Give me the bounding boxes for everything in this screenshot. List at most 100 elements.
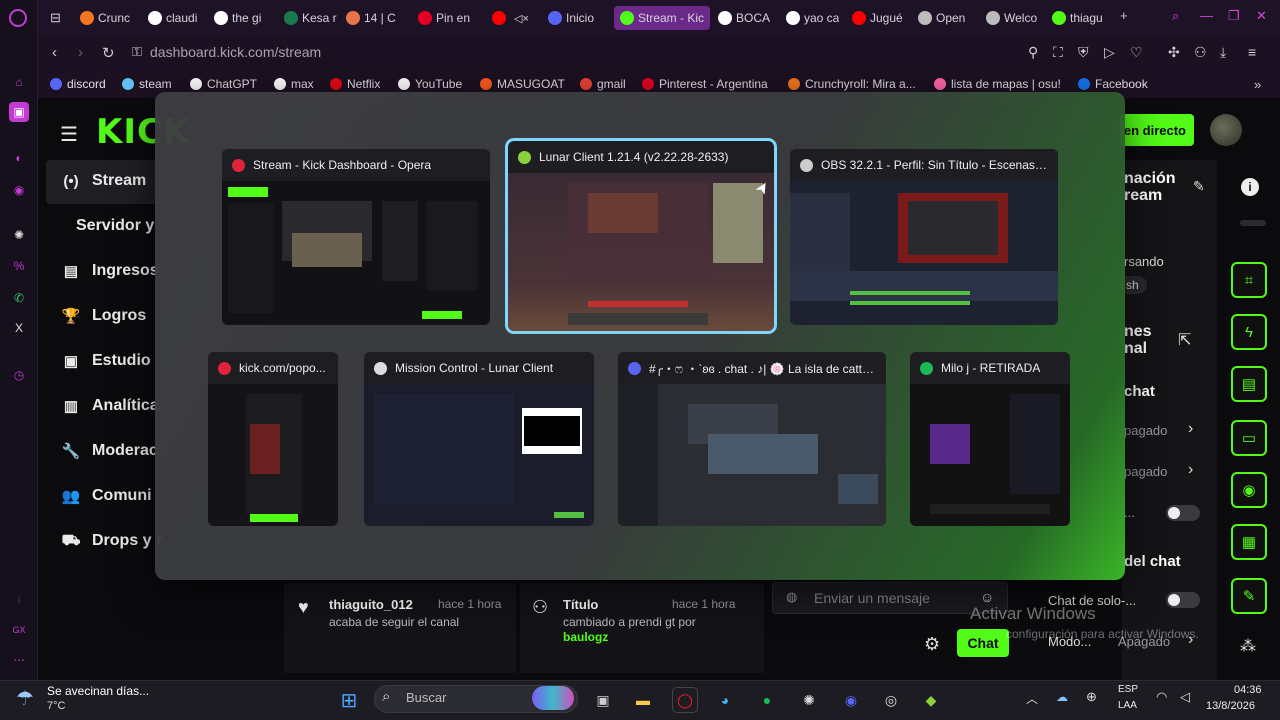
- bookmarks-overflow-icon[interactable]: »: [1254, 77, 1261, 92]
- profile-icon[interactable]: ⚇: [1194, 44, 1207, 61]
- lunar-client-icon[interactable]: ◆: [918, 687, 944, 713]
- player-icon[interactable]: ▷: [1104, 44, 1115, 61]
- tab[interactable]: Welco: [986, 6, 1037, 30]
- bookmark-item[interactable]: discord: [50, 77, 106, 91]
- gx-corner-icon[interactable]: ▣: [9, 102, 29, 122]
- more-icon[interactable]: ⋯: [9, 650, 29, 670]
- search-tabs-icon[interactable]: ⌕: [1172, 8, 1179, 24]
- tab[interactable]: Inicio: [548, 6, 594, 30]
- sidebar-item[interactable]: ▥ Analítica: [62, 397, 159, 415]
- tab[interactable]: Crunc: [80, 6, 130, 30]
- chatgpt-icon[interactable]: ✺: [9, 225, 29, 245]
- tab[interactable]: Kesa r: [284, 6, 337, 30]
- sidebar-item[interactable]: ▣ Estudio: [62, 352, 151, 370]
- chatgpt-taskbar-icon[interactable]: ✺: [796, 687, 822, 713]
- keyboard-layout[interactable]: LAA: [1118, 700, 1137, 711]
- opera-logo-icon[interactable]: [9, 9, 27, 27]
- close-icon[interactable]: ✕: [1256, 8, 1267, 24]
- chat-send-button[interactable]: Chat: [957, 629, 1009, 657]
- layout-button[interactable]: ▦: [1231, 524, 1267, 560]
- weather-icon[interactable]: ☂: [16, 686, 34, 711]
- notes-button[interactable]: ▤: [1231, 366, 1267, 402]
- bookmark-item[interactable]: gmail: [580, 77, 626, 91]
- modules-icon[interactable]: ⁂: [1240, 636, 1256, 656]
- url-field[interactable]: dashboard.kick.com/stream: [150, 44, 321, 60]
- tab[interactable]: ◁×: [492, 6, 529, 30]
- reload-icon[interactable]: ↻: [102, 44, 115, 62]
- tab-menu-icon[interactable]: ⊟: [50, 10, 61, 26]
- download-icon[interactable]: ⤓: [1220, 44, 1226, 61]
- tab[interactable]: Jugué: [852, 6, 903, 30]
- history-icon[interactable]: ◷: [9, 365, 29, 385]
- opera-taskbar-icon[interactable]: ◯: [672, 687, 698, 713]
- feed-by-user[interactable]: baulogz: [563, 630, 608, 644]
- maximize-icon[interactable]: ❐: [1228, 8, 1240, 24]
- heart-icon[interactable]: ♡: [1130, 44, 1143, 61]
- file-explorer-icon[interactable]: ▬: [630, 687, 656, 713]
- wifi-icon[interactable]: ◠: [1156, 689, 1167, 705]
- switcher-window[interactable]: Lunar Client 1.21.4 (v2.22.28-2633): [505, 138, 777, 334]
- switcher-window[interactable]: Stream - Kick Dashboard - Opera: [222, 149, 490, 325]
- aria-icon[interactable]: %: [9, 256, 29, 276]
- edge-icon[interactable]: ◕: [712, 687, 738, 713]
- tab[interactable]: thiagu: [1052, 6, 1103, 30]
- back-icon[interactable]: ‹: [52, 44, 57, 61]
- info-icon[interactable]: i: [1241, 178, 1259, 196]
- wrench-button[interactable]: ✎: [1231, 578, 1267, 614]
- mic-icon[interactable]: ⊕: [1086, 689, 1097, 705]
- pin-tab-icon[interactable]: ⚲: [1028, 44, 1038, 61]
- sidebar-item[interactable]: ▤ Ingresos: [62, 262, 159, 280]
- volume-icon[interactable]: ◁: [1180, 689, 1190, 705]
- home-icon[interactable]: ⌂: [9, 72, 29, 92]
- sidebar-item[interactable]: 👥 Comuni: [62, 487, 152, 505]
- broadcast-button[interactable]: ◉: [1231, 472, 1267, 508]
- sidebar-item[interactable]: 🏆 Logros: [62, 307, 147, 325]
- twitch-icon[interactable]: ◐: [9, 148, 29, 168]
- tab[interactable]: Pin en: [418, 6, 470, 30]
- tray-chevron-icon[interactable]: ︿: [1026, 690, 1038, 707]
- x-icon[interactable]: X: [9, 318, 29, 338]
- tab[interactable]: BOCA: [718, 6, 770, 30]
- tab[interactable]: Open: [918, 6, 965, 30]
- tab[interactable]: yao ca: [786, 6, 839, 30]
- bookmark-item[interactable]: MASUGOAT: [480, 77, 565, 91]
- lock-icon[interactable]: ⚿: [132, 44, 142, 60]
- scan-button[interactable]: ⌗: [1231, 262, 1267, 298]
- switcher-window[interactable]: Milo j - RETIRADA: [910, 352, 1070, 526]
- tab[interactable]: Stream - Kic: [614, 6, 711, 30]
- menu-icon[interactable]: ☰: [60, 122, 78, 147]
- switcher-window[interactable]: OBS 32.2.1 - Perfil: Sin Título - Escena…: [790, 149, 1058, 325]
- switcher-window[interactable]: kick.com/popo...: [208, 352, 338, 526]
- shield-icon[interactable]: ⛨: [1078, 44, 1089, 61]
- lightning-button[interactable]: ϟ: [1231, 314, 1267, 350]
- bookmark-item[interactable]: Netflix: [330, 77, 380, 91]
- emoji-icon[interactable]: ☺: [980, 589, 994, 605]
- extensions-icon[interactable]: ✣: [1168, 44, 1180, 61]
- weather-text[interactable]: Se avecinan días...: [47, 684, 149, 698]
- obs-icon[interactable]: ◎: [878, 687, 904, 713]
- discord-icon[interactable]: ◉: [9, 180, 29, 200]
- avatar[interactable]: [1210, 114, 1242, 146]
- sidebar-item[interactable]: (•) Stream: [62, 172, 146, 190]
- toggle-switch[interactable]: [1166, 505, 1200, 521]
- sidebar-item[interactable]: Servidor y: [76, 217, 154, 235]
- muted-icon[interactable]: ◁×: [514, 12, 529, 25]
- spotify-icon[interactable]: ●: [754, 687, 780, 713]
- chevron-right-icon[interactable]: ›: [1188, 420, 1193, 438]
- snapshot-icon[interactable]: ⛶: [1053, 44, 1063, 61]
- feed-user[interactable]: thiaguito_012: [329, 597, 413, 612]
- bookmark-item[interactable]: Facebook: [1078, 77, 1148, 91]
- tab[interactable]: claudi: [148, 6, 197, 30]
- bookmark-item[interactable]: Crunchyroll: Mira a...: [788, 77, 916, 91]
- discord-taskbar-icon[interactable]: ◉: [838, 687, 864, 713]
- sidebar-item[interactable]: ⛟ Drops y r: [62, 532, 163, 550]
- bookmark-item[interactable]: Pinterest - Argentina: [642, 77, 768, 91]
- windows-start-icon[interactable]: ⊞: [336, 687, 362, 713]
- bookmark-item[interactable]: ChatGPT: [190, 77, 257, 91]
- settings-icon[interactable]: ⚙: [924, 634, 940, 655]
- gx-icon[interactable]: GX: [9, 620, 29, 640]
- switcher-window[interactable]: Mission Control - Lunar Client: [364, 352, 594, 526]
- sidebar-item[interactable]: 🔧 Moderac: [62, 442, 158, 460]
- minimize-icon[interactable]: —: [1200, 8, 1213, 23]
- bookmark-item[interactable]: lista de mapas | osu!: [934, 77, 1061, 91]
